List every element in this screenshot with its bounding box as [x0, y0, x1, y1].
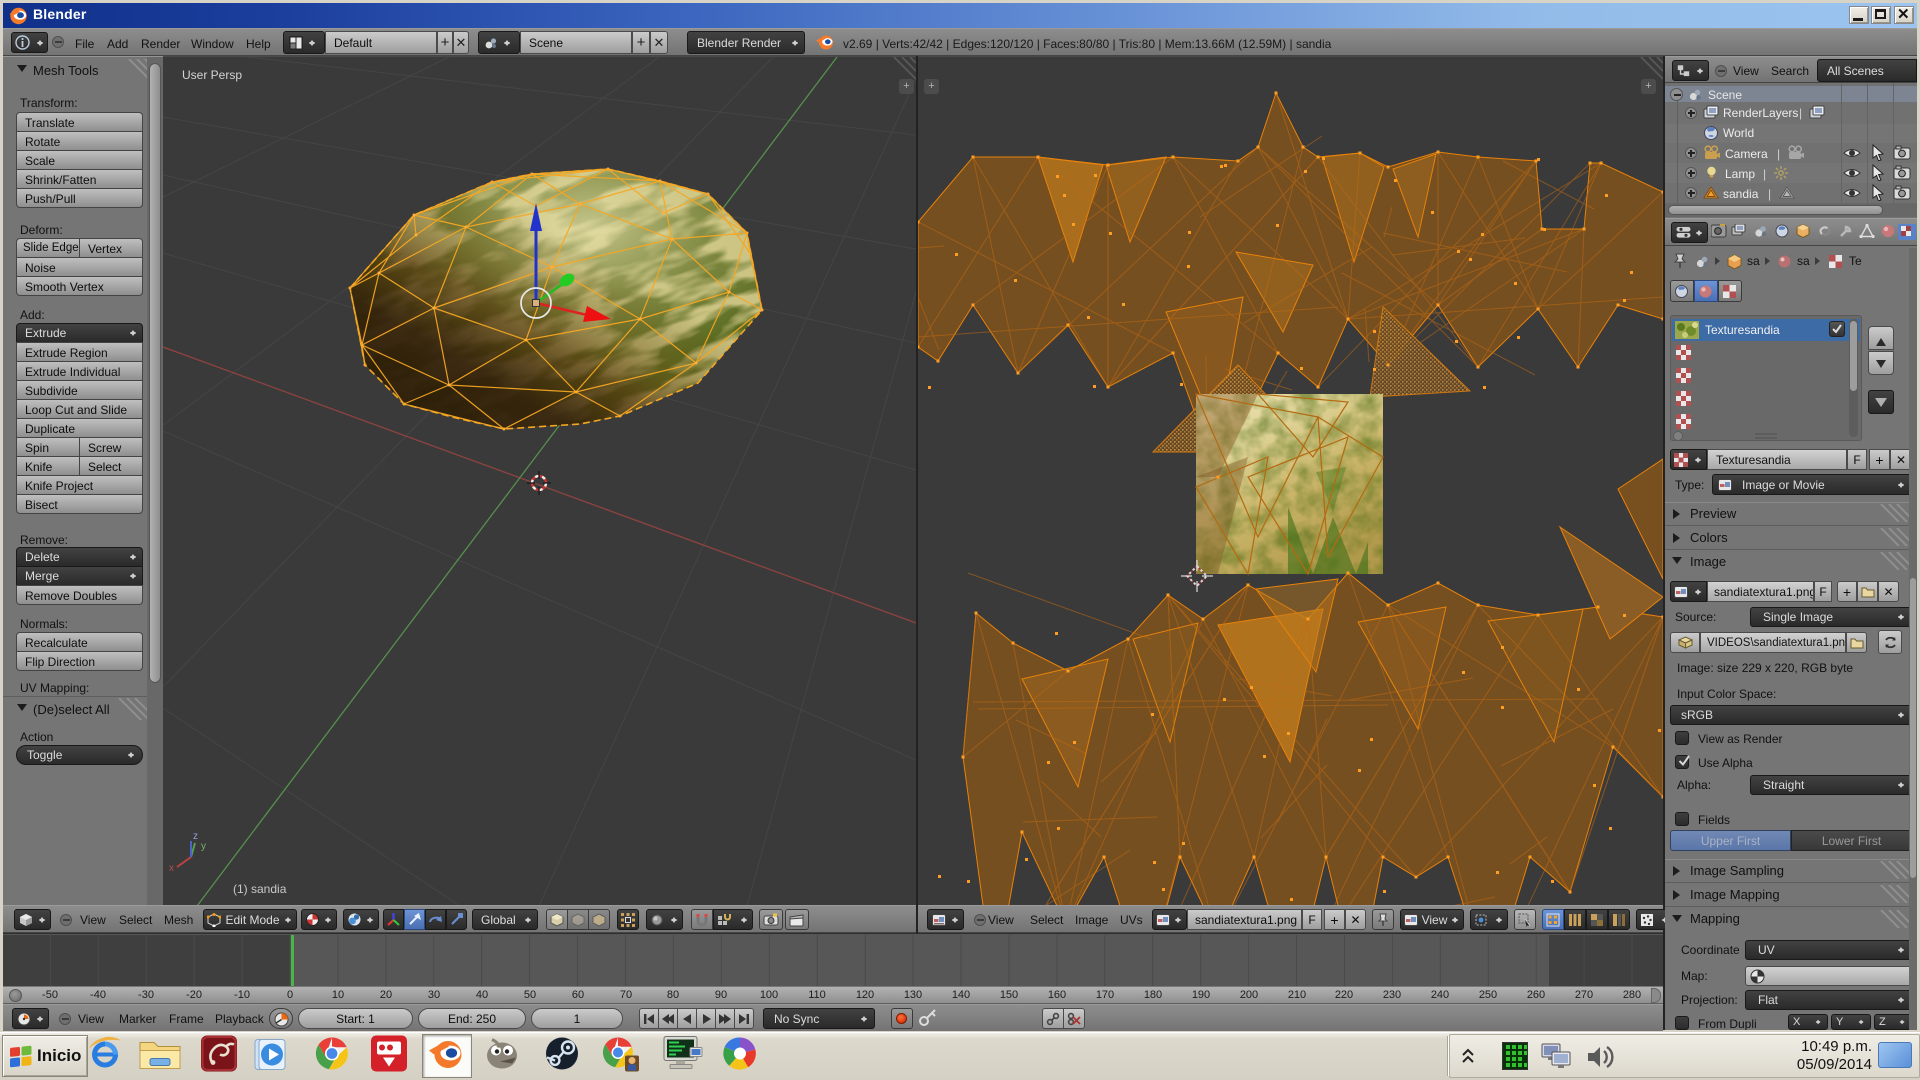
svg-text:y: y: [201, 841, 206, 852]
svg-text:z: z: [193, 831, 198, 842]
svg-text:x: x: [169, 863, 174, 874]
